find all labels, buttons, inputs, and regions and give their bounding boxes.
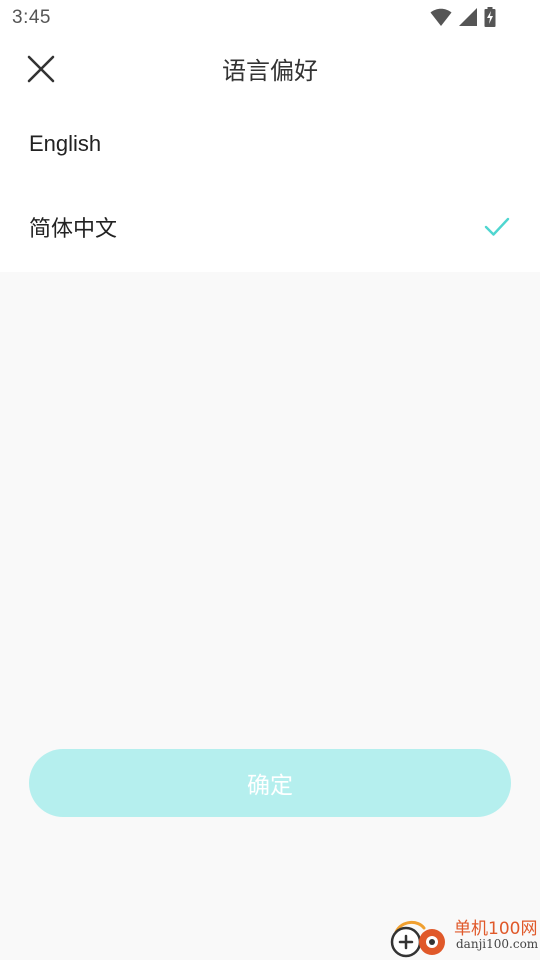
battery-charging-icon [484,7,496,27]
wifi-icon [430,8,452,26]
watermark-logo-icon [390,921,445,958]
screen: 3:45 语言偏好 English 简体中文 确定 单机100网 danji10… [0,0,540,960]
language-label: English [29,131,102,156]
language-label: 简体中文 [29,216,118,241]
checkmark-icon [484,217,510,236]
page-title: 语言偏好 [222,57,318,85]
status-time: 3:45 [12,7,51,28]
watermark: 单机100网 danji100.com [388,912,538,958]
cellular-signal-icon [459,8,477,26]
language-list: English 简体中文 [0,100,540,272]
language-option-english[interactable]: English [0,100,540,186]
watermark-title: 单机100网 [454,919,538,939]
watermark-url: danji100.com [456,937,539,951]
language-option-simplified-chinese[interactable]: 简体中文 [0,186,540,272]
app-header: 语言偏好 [0,36,540,100]
confirm-button[interactable]: 确定 [29,749,511,817]
status-bar: 3:45 [0,0,540,36]
